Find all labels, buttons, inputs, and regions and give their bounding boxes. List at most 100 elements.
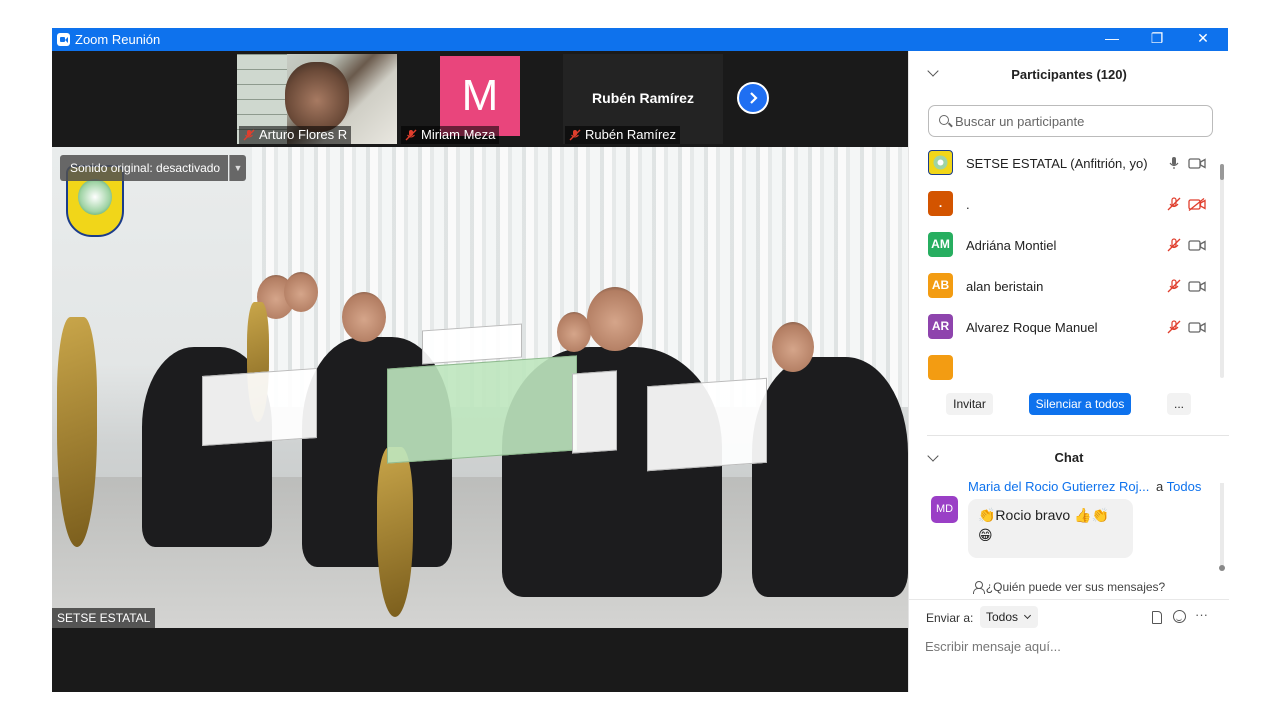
thumbnail-name-label: Miriam Meza	[401, 126, 500, 144]
chat-message-recipient: a Todos	[1156, 479, 1201, 494]
file-icon[interactable]	[1152, 611, 1162, 624]
zoom-window: Zoom Reunión — ❐ ✕ Arturo Flores R M Mir…	[52, 28, 1229, 692]
zoom-app-icon	[57, 33, 70, 46]
music-stand	[387, 355, 577, 464]
thumbnail-name: Rubén Ramírez	[585, 127, 677, 142]
music-stand	[647, 377, 767, 472]
muted-mic-icon[interactable]	[1167, 279, 1181, 293]
video-thumbnail-arturo[interactable]: Arturo Flores R	[237, 54, 397, 144]
scrollbar-thumb[interactable]	[1220, 164, 1224, 180]
more-icon[interactable]: ···	[1195, 607, 1208, 622]
musician-head	[772, 322, 814, 372]
video-thumbnail-miriam[interactable]: M Miriam Meza	[399, 54, 559, 144]
video-camera-icon[interactable]	[1188, 157, 1206, 170]
participant-avatar: AB	[928, 273, 953, 298]
side-panel: Participantes (120) SETSE ESTATAL (Anfit…	[908, 51, 1229, 692]
thumbnail-display-name: Rubén Ramírez	[592, 90, 694, 106]
send-to-value: Todos	[986, 610, 1019, 624]
chat-scrollbar[interactable]	[1219, 483, 1225, 571]
participant-name: .	[966, 197, 970, 212]
chat-message-text: 👏Rocio bravo 👍👏	[978, 507, 1109, 523]
compose-divider	[909, 599, 1229, 600]
participant-avatar	[928, 150, 953, 175]
mic-icon[interactable]	[1167, 156, 1181, 170]
chat-message-sender[interactable]: Maria del Rocio Gutierrez Roj...	[968, 479, 1149, 494]
who-can-see-text: ¿Quién puede ver sus mensajes?	[985, 580, 1166, 594]
who-can-see-messages[interactable]: ¿Quién puede ver sus mensajes?	[909, 580, 1229, 594]
title-bar: Zoom Reunión — ❐ ✕	[52, 28, 1228, 51]
send-to-dropdown[interactable]: Todos	[980, 606, 1038, 628]
participant-search[interactable]	[928, 105, 1213, 137]
chat-message-input[interactable]	[925, 635, 1215, 657]
thumbnail-name: Miriam Meza	[421, 127, 496, 142]
muted-mic-icon	[243, 129, 255, 141]
chevron-down-icon	[1023, 611, 1032, 620]
participants-title: Participantes (120)	[1011, 67, 1127, 82]
next-page-button[interactable]	[737, 82, 769, 114]
participant-list: SETSE ESTATAL (Anfitrión, yo) . . AM Adr…	[909, 146, 1229, 384]
participant-avatar	[928, 355, 953, 380]
participant-face	[285, 62, 349, 132]
avatar: M	[440, 56, 520, 136]
more-options-button[interactable]: ...	[1167, 393, 1191, 415]
chat-title: Chat	[1054, 450, 1084, 465]
search-icon	[939, 115, 949, 125]
participant-name: alan beristain	[966, 279, 1044, 294]
close-button[interactable]: ✕	[1180, 28, 1226, 51]
muted-mic-icon[interactable]	[1167, 238, 1181, 252]
participant-name: SETSE ESTATAL (Anfitrión, yo)	[966, 156, 1148, 171]
logo-emblem	[78, 179, 112, 215]
musician	[752, 357, 908, 597]
recipient-prefix: a	[1156, 479, 1164, 494]
window-title: Zoom Reunión	[75, 32, 161, 47]
music-stand	[202, 367, 317, 447]
chat-message-avatar: MD	[931, 496, 958, 523]
participant-row[interactable]: AM Adriána Montiel	[909, 228, 1219, 269]
participant-avatar: .	[928, 191, 953, 216]
participant-row-partial[interactable]	[909, 351, 1219, 384]
search-input[interactable]	[955, 112, 1205, 130]
divider	[927, 435, 1229, 436]
invite-button[interactable]: Invitar	[946, 393, 993, 415]
music-stand	[572, 370, 617, 454]
thumbnail-strip: Arturo Flores R M Miriam Meza Rubén Ramí…	[52, 51, 908, 147]
musician-head	[342, 292, 386, 342]
minimize-button[interactable]: —	[1089, 28, 1135, 51]
participant-row[interactable]: AR Alvarez Roque Manuel	[909, 310, 1219, 351]
video-camera-icon[interactable]	[1188, 280, 1206, 293]
video-off-icon[interactable]	[1188, 198, 1206, 211]
video-camera-icon[interactable]	[1188, 321, 1206, 334]
video-camera-icon[interactable]	[1188, 239, 1206, 252]
mute-all-button[interactable]: Silenciar a todos	[1029, 393, 1131, 415]
participant-name: Adriána Montiel	[966, 238, 1057, 253]
muted-mic-icon	[405, 129, 417, 141]
saxophone	[377, 447, 413, 617]
participant-row[interactable]: SETSE ESTATAL (Anfitrión, yo)	[909, 146, 1219, 187]
original-sound-dropdown[interactable]: ▼	[229, 155, 246, 181]
muted-mic-icon[interactable]	[1167, 320, 1181, 334]
participant-avatar: AM	[928, 232, 953, 257]
saxophone	[57, 317, 97, 547]
chat-message-bubble: 👏Rocio bravo 👍👏 😁	[968, 499, 1133, 558]
musician-head	[587, 287, 643, 351]
musician-head	[557, 312, 591, 352]
video-area: Arturo Flores R M Miriam Meza Rubén Ramí…	[52, 51, 908, 692]
participant-avatar: AR	[928, 314, 953, 339]
active-speaker-name: SETSE ESTATAL	[52, 608, 156, 628]
thumbnail-name: Arturo Flores R	[259, 127, 348, 142]
musician-head	[284, 272, 318, 312]
participant-row[interactable]: AB alan beristain	[909, 269, 1219, 310]
muted-mic-icon	[569, 129, 581, 141]
video-thumbnail-ruben[interactable]: Rubén Ramírez Rubén Ramírez	[563, 54, 723, 144]
participant-row[interactable]: . .	[909, 187, 1219, 228]
person-icon	[972, 581, 985, 594]
muted-mic-icon[interactable]	[1167, 197, 1181, 211]
recipient-name: Todos	[1166, 479, 1202, 494]
emoji-icon[interactable]	[1173, 610, 1186, 623]
original-sound-toggle[interactable]: Sonido original: desactivado	[60, 155, 229, 181]
music-stand	[422, 323, 522, 365]
participant-scrollbar[interactable]	[1220, 164, 1224, 378]
thumbnail-name-label: Rubén Ramírez	[565, 126, 681, 144]
main-video[interactable]: Sonido original: desactivado ▼ SETSE EST…	[52, 147, 908, 628]
restore-button[interactable]: ❐	[1134, 28, 1180, 51]
